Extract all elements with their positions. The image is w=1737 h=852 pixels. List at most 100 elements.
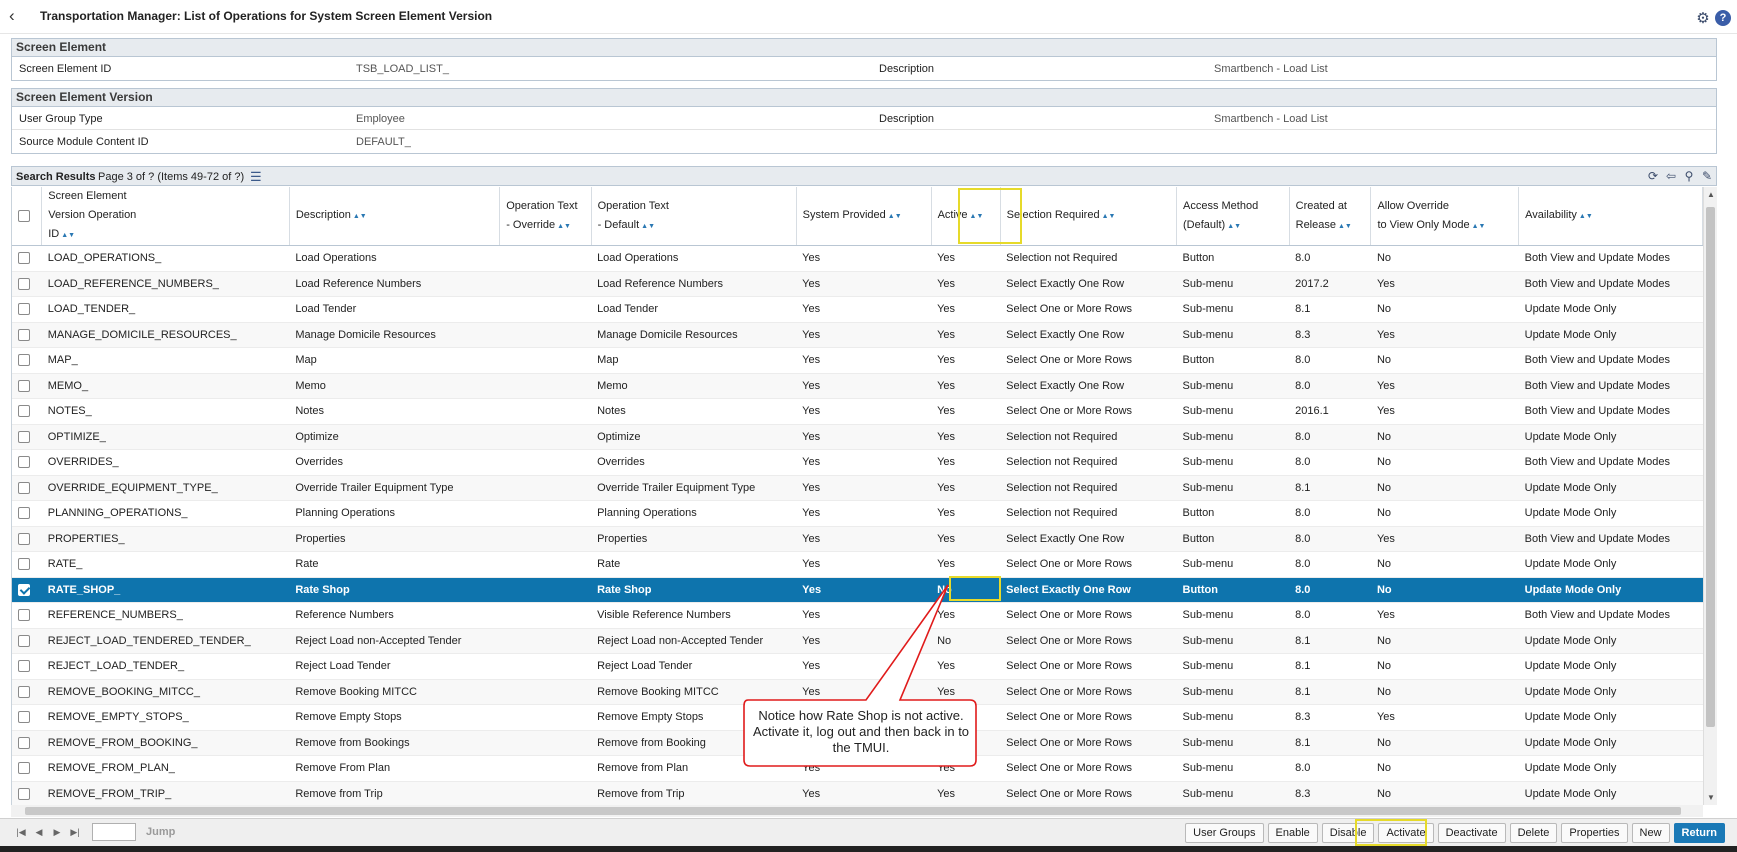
row-checkbox[interactable] — [18, 430, 30, 443]
deactivate-button[interactable]: Deactivate — [1437, 823, 1506, 843]
page-number-input[interactable] — [92, 823, 136, 841]
row-checkbox[interactable] — [18, 736, 30, 749]
row-checkbox[interactable] — [18, 277, 30, 290]
delete-button[interactable]: Delete — [1509, 823, 1558, 843]
table-row[interactable]: REJECT_LOAD_TENDERED_TENDER_ Reject Load … — [12, 628, 1703, 654]
table-cell: 8.0 — [1289, 449, 1371, 476]
column-header[interactable]: Operation Text - Default ▲▼ — [591, 187, 797, 246]
scroll-down-icon[interactable]: ▼ — [1707, 793, 1715, 802]
table-cell: 8.0 — [1289, 577, 1371, 603]
row-checkbox[interactable] — [18, 405, 30, 418]
row-checkbox[interactable] — [18, 532, 30, 545]
row-checkbox[interactable] — [18, 354, 30, 367]
row-checkbox[interactable] — [18, 456, 30, 469]
table-row[interactable]: OPTIMIZE_ Optimize Optimize Yes Yes Selection… — [12, 424, 1703, 450]
table-row[interactable]: REFERENCE_NUMBERS_ Reference Numbers Visib… — [12, 602, 1703, 629]
last-page-icon[interactable]: ▶| — [68, 823, 82, 841]
table-cell — [499, 628, 592, 654]
table-row[interactable]: REJECT_LOAD_TENDER_ Reject Load Tender Rej… — [12, 653, 1703, 680]
table-cell: Yes — [931, 475, 1001, 501]
properties-button[interactable]: Properties — [1561, 823, 1628, 843]
column-header[interactable]: Access Method (Default) ▲▼ — [1176, 187, 1290, 246]
table-row[interactable]: OVERRIDES_ Overrides Overrides Yes Yes Select… — [12, 449, 1703, 476]
column-header[interactable]: Created at Release ▲▼ — [1289, 187, 1372, 246]
sort-icon[interactable]: ▲▼ — [970, 213, 984, 220]
row-checkbox[interactable] — [18, 303, 30, 316]
table-row[interactable]: MEMO_ Memo Memo Yes Yes Select Exactly One Ro… — [12, 373, 1703, 399]
table-row[interactable]: LOAD_OPERATIONS_ Load Operations Load Oper… — [12, 245, 1703, 272]
horizontal-scrollbar[interactable] — [11, 805, 1703, 817]
column-header[interactable]: Selection Required ▲▼ — [1000, 187, 1178, 246]
column-header[interactable]: Description ▲▼ — [289, 187, 501, 246]
row-checkbox[interactable] — [18, 762, 30, 775]
table-row[interactable]: PROPERTIES_ Properties Properties Yes Yes Sel… — [12, 526, 1703, 552]
sort-icon[interactable]: ▲▼ — [888, 213, 902, 220]
table-row[interactable]: MAP_ Map Map Yes Yes Select One or More Rows B… — [12, 347, 1703, 374]
row-checkbox[interactable] — [18, 507, 30, 520]
column-header[interactable]: System Provided ▲▼ — [796, 187, 932, 246]
screen-element-row: Screen Element ID TSB_LOAD_LIST_ Descrip… — [12, 57, 1716, 80]
column-header[interactable]: Allow Override to View Only Mode ▲▼ — [1370, 187, 1520, 246]
column-header[interactable]: Active ▲▼ — [931, 187, 1001, 246]
back-arrow-icon[interactable]: ⇦ — [1664, 169, 1678, 183]
help-icon[interactable]: ? — [1715, 10, 1731, 26]
first-page-icon[interactable]: |◀ — [14, 823, 28, 841]
activate-button[interactable]: Activate — [1378, 823, 1434, 843]
sort-icon[interactable]: ▲▼ — [61, 232, 75, 239]
scroll-up-icon[interactable]: ▲ — [1707, 190, 1715, 199]
refresh-icon[interactable]: ⟳ — [1646, 169, 1660, 183]
row-checkbox[interactable] — [18, 379, 30, 392]
table-cell: Sub-menu — [1176, 373, 1290, 399]
row-checkbox[interactable] — [18, 558, 30, 571]
table-row[interactable]: REMOVE_FROM_TRIP_ Remove from Trip Remove … — [12, 781, 1703, 805]
table-row[interactable]: MANAGE_DOMICILE_RESOURCES_ Manage Domicil… — [12, 322, 1703, 348]
row-checkbox[interactable] — [18, 787, 30, 800]
source-module-value: DEFAULT_ — [356, 136, 411, 148]
edit-icon[interactable]: ✎ — [1700, 169, 1714, 183]
table-row[interactable]: PLANNING_OPERATIONS_ Planning Operations P… — [12, 500, 1703, 527]
row-checkbox[interactable] — [18, 711, 30, 724]
sort-icon[interactable]: ▲▼ — [1227, 223, 1241, 230]
row-checkbox[interactable] — [18, 609, 30, 622]
table-row[interactable]: RATE_ Rate Rate Yes Yes Select One or More Ro… — [12, 551, 1703, 578]
table-row[interactable]: RATE_SHOP_ Rate Shop Rate Shop Yes No Select … — [12, 577, 1703, 603]
search-icon[interactable]: ⚲ — [1682, 169, 1696, 183]
table-row[interactable]: LOAD_REFERENCE_NUMBERS_ Load Reference Nu… — [12, 271, 1703, 297]
row-checkbox-cell — [12, 449, 42, 476]
select-all-checkbox[interactable] — [18, 209, 30, 222]
sort-icon[interactable]: ▲▼ — [1579, 213, 1593, 220]
row-checkbox[interactable] — [18, 583, 30, 596]
row-checkbox[interactable] — [18, 328, 30, 341]
table-row[interactable]: LOAD_TENDER_ Load Tender Load Tender Yes Yes… — [12, 296, 1703, 323]
jump-button[interactable]: Jump — [140, 826, 181, 838]
column-header[interactable]: Operation Text - Override ▲▼ — [499, 187, 592, 246]
prev-page-icon[interactable]: ◀ — [32, 823, 46, 841]
vertical-scrollbar[interactable]: ▲ ▼ — [1703, 187, 1717, 805]
row-checkbox[interactable] — [18, 685, 30, 698]
row-checkbox[interactable] — [18, 634, 30, 647]
settings-gear-icon[interactable]: ⚙ — [1695, 10, 1711, 27]
sort-icon[interactable]: ▲▼ — [557, 223, 571, 230]
table-row[interactable]: OVERRIDE_EQUIPMENT_TYPE_ Override Trailer… — [12, 475, 1703, 501]
row-checkbox[interactable] — [18, 481, 30, 494]
sort-icon[interactable]: ▲▼ — [1338, 223, 1352, 230]
table-row[interactable]: NOTES_ Notes Notes Yes Yes Select One or More… — [12, 398, 1703, 425]
sort-icon[interactable]: ▲▼ — [1102, 213, 1116, 220]
sort-icon[interactable]: ▲▼ — [1472, 223, 1486, 230]
export-layers-icon[interactable]: ☰ — [250, 169, 266, 184]
return-button[interactable]: Return — [1673, 823, 1725, 843]
vertical-scroll-thumb[interactable] — [1706, 207, 1715, 727]
disable-button[interactable]: Disable — [1321, 823, 1375, 843]
next-page-icon[interactable]: ▶ — [50, 823, 64, 841]
row-checkbox[interactable] — [18, 252, 30, 265]
column-header[interactable]: Screen Element Version Operation ID ▲▼ — [41, 187, 290, 246]
sort-icon[interactable]: ▲▼ — [641, 223, 655, 230]
row-checkbox[interactable] — [18, 660, 30, 673]
new-button[interactable]: New — [1631, 823, 1670, 843]
sort-icon[interactable]: ▲▼ — [353, 213, 367, 220]
enable-button[interactable]: Enable — [1267, 823, 1318, 843]
user-groups-button[interactable]: User Groups — [1185, 823, 1264, 843]
horizontal-scroll-thumb[interactable] — [25, 807, 1681, 815]
column-header[interactable]: Availability ▲▼ — [1518, 187, 1703, 246]
back-chevron-icon[interactable]: ‹ — [9, 6, 15, 26]
